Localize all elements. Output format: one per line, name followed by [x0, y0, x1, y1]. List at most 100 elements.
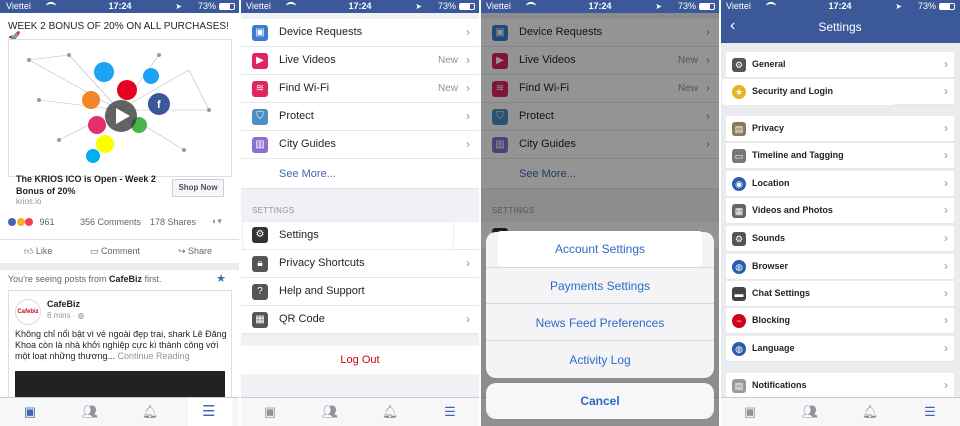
news-feed-tab-icon[interactable]: ▣ — [261, 404, 279, 420]
menu-item-find-wifi[interactable]: ≋ Find Wi-Fi New › — [240, 75, 480, 103]
wifi-icon: ≋ — [252, 81, 268, 97]
menu-item-settings[interactable]: ⚙ Settings — [243, 222, 453, 249]
star-icon[interactable]: ★ — [216, 272, 226, 285]
chevron-right-icon: › — [944, 231, 948, 245]
ad-title[interactable]: The KRIOS ICO is Open - Week 2 Bonus of … — [16, 173, 161, 197]
tab-bar: ▣ 👥︎ 🔔︎ ☰ — [240, 397, 480, 426]
menu-item-help-support[interactable]: ? Help and Support — [240, 278, 480, 306]
chevron-right-icon: › — [944, 378, 948, 392]
shares-count[interactable]: 178 Shares — [150, 217, 196, 227]
see-more-row[interactable] — [240, 159, 480, 189]
post-actions: 👍︎ Like ▭ Comment ↪ Share — [0, 239, 240, 261]
shop-now-button[interactable]: Shop Now — [172, 179, 224, 197]
new-badge: New — [437, 55, 458, 66]
ad-video-thumbnail[interactable]: f — [8, 39, 232, 177]
status-bar: Viettel 17:24 ➤ 73% — [480, 0, 720, 13]
post-time: 8 mins · ◍ — [47, 311, 85, 320]
thumbs-up-icon: 👍︎ — [24, 246, 36, 256]
battery-percent: 73% — [677, 1, 696, 11]
friends-tab-icon[interactable]: 👥︎ — [801, 404, 819, 420]
menu-item-privacy-shortcuts[interactable]: 🔒︎ Privacy Shortcuts › — [240, 250, 480, 278]
timeline-icon: ▭ — [732, 149, 746, 163]
post-text: Không chỉ nổi bật vì vẻ ngoài đẹp trai, … — [15, 329, 227, 361]
location-arrow-icon: ➤ — [415, 2, 422, 11]
location-icon: ◉ — [732, 177, 746, 191]
settings-item-privacy[interactable]: ▤ Privacy › — [726, 116, 954, 142]
settings-section-label: SETTINGS — [252, 206, 295, 215]
live-video-icon: ▶ — [252, 53, 268, 69]
page-title: Settings — [818, 20, 862, 34]
lock-icon: ▤ — [732, 122, 746, 136]
menu-item-live-videos[interactable]: ▶ Live Videos New › — [240, 47, 480, 75]
audience-globe-icon[interactable]: ◐▾ — [212, 216, 222, 227]
notifications-tab-icon[interactable]: 🔔︎ — [141, 404, 159, 420]
settings-panel: Viettel 17:24 ➤ 73% ‹ Settings ⚙ General… — [720, 0, 960, 426]
menu-item-city-guides[interactable]: ▥ City Guides › — [240, 131, 480, 159]
settings-item-blocking[interactable]: − Blocking › — [726, 308, 954, 334]
notifications-tab-icon[interactable]: 🔔︎ — [381, 404, 399, 420]
comment-button[interactable]: ▭ Comment — [90, 246, 140, 257]
like-button[interactable]: 👍︎ Like — [24, 246, 52, 257]
location-arrow-icon: ➤ — [895, 2, 902, 11]
battery-icon — [219, 3, 235, 10]
settings-item-sounds[interactable]: ⚙ Sounds › — [726, 226, 954, 252]
settings-item-general[interactable]: ⚙ General › — [726, 52, 954, 78]
cafebiz-logo[interactable]: Cafebiz — [15, 299, 41, 325]
chevron-right-icon: › — [466, 25, 470, 39]
qr-code-icon: ▦ — [252, 312, 268, 328]
post-author[interactable]: CafeBiz — [47, 299, 80, 309]
battery-percent: 73% — [917, 1, 936, 11]
menu-item-device-requests[interactable]: ▣ Device Requests › — [240, 19, 480, 47]
comments-count[interactable]: 356 Comments — [80, 217, 141, 227]
menu-item-protect[interactable]: ⛉ Protect › — [240, 103, 480, 131]
globe-icon: ◍ — [732, 260, 746, 274]
hamburger-menu-icon[interactable]: ☰ — [441, 404, 459, 420]
news-feed-preferences-option[interactable]: News Feed Preferences — [486, 305, 714, 341]
payments-settings-option[interactable]: Payments Settings — [486, 268, 714, 304]
chevron-right-icon: › — [944, 176, 948, 190]
chevron-right-icon: › — [466, 312, 470, 326]
menu-panel-action-sheet: Viettel 17:24 ➤ 73% ▣ Device Requests › … — [480, 0, 720, 426]
gear-icon: ⚙ — [252, 227, 268, 243]
chevron-right-icon: › — [944, 341, 948, 355]
chevron-right-icon: › — [466, 256, 470, 270]
settings-item-videos-photos[interactable]: ▦ Videos and Photos › — [726, 198, 954, 224]
news-feed-tab-icon[interactable]: ▣ — [741, 404, 759, 420]
news-feed-tab-icon[interactable]: ▣ — [21, 404, 39, 420]
account-settings-option[interactable]: Account Settings — [498, 231, 702, 267]
friends-tab-icon[interactable]: 👥︎ — [321, 404, 339, 420]
settings-item-chat-settings[interactable]: ▬ Chat Settings › — [726, 281, 954, 307]
hamburger-menu-icon[interactable]: ☰ — [921, 404, 939, 420]
settings-item-security-and-login[interactable]: ★ Security and Login — [722, 79, 896, 105]
help-icon: ? — [252, 284, 268, 300]
activity-log-option[interactable]: Activity Log — [486, 342, 714, 378]
hamburger-menu-icon[interactable]: ☰ — [202, 404, 215, 420]
settings-item-notifications[interactable]: ▤ Notifications › — [726, 373, 954, 399]
chevron-right-icon: › — [466, 81, 470, 95]
shield-icon: ★ — [732, 85, 746, 99]
reaction-summary[interactable]: 961 356 Comments 178 Shares ◐▾ — [8, 216, 232, 227]
notifications-tab-icon[interactable]: 🔔︎ — [861, 404, 879, 420]
continue-reading-link[interactable]: Continue Reading — [118, 351, 190, 361]
battery-icon — [459, 3, 475, 10]
chevron-right-icon: › — [944, 259, 948, 273]
settings-item-location[interactable]: ◉ Location › — [726, 171, 954, 197]
settings-item-timeline-tagging[interactable]: ▭ Timeline and Tagging › — [726, 143, 954, 169]
film-icon: ▦ — [732, 204, 746, 218]
chevron-right-icon: › — [944, 57, 948, 71]
gear-icon: ⚙ — [732, 232, 746, 246]
settings-item-browser[interactable]: ◍ Browser › — [726, 254, 954, 280]
menu-tab-highlight[interactable]: ☰ — [188, 398, 232, 426]
friends-tab-icon[interactable]: 👥︎ — [81, 404, 99, 420]
location-arrow-icon: ➤ — [655, 2, 662, 11]
gear-icon: ⚙ — [732, 58, 746, 72]
settings-item-language[interactable]: ◍ Language › — [726, 336, 954, 362]
log-out-button[interactable]: Log Out — [240, 346, 480, 374]
sponsored-post: WEEK 2 BONUS OF 20% ON ALL PURCHASES! 🚀 — [0, 13, 240, 263]
battery-percent: 73% — [197, 1, 216, 11]
menu-item-qr-code[interactable]: ▦ QR Code › — [240, 306, 480, 334]
social-network-graphic: f — [27, 53, 211, 163]
see-more-link[interactable]: See More... — [279, 168, 336, 180]
cancel-button[interactable]: Cancel — [486, 383, 714, 419]
share-button[interactable]: ↪ Share — [178, 246, 212, 257]
